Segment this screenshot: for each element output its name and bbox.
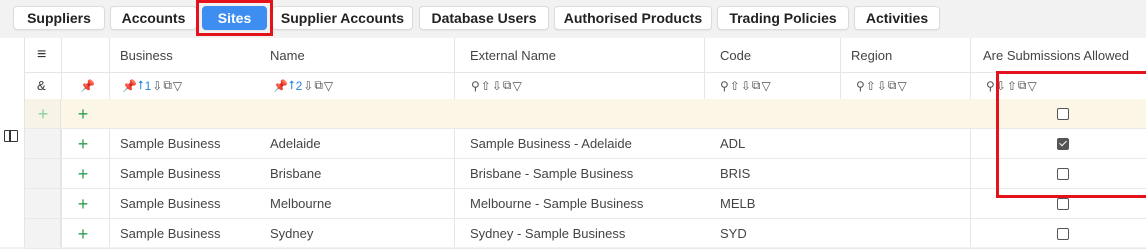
header-tools-row: & 📌 📌 ⭡ 1 ⇩ ⧉ ▽ 📌 ⭡ 2 ⇩ ⧉ ▽ ⚲ ⇧ ⇩ ⧉ ▽ ⚲ ⇧ … [25, 72, 1146, 100]
tab-suppliers[interactable]: Suppliers [13, 6, 105, 30]
submissions-allowed-checkbox[interactable] [1057, 228, 1069, 240]
table-row: + Sample Business Melbourne Melbourne - Sam… [25, 189, 1146, 219]
cell-business[interactable]: Sample Business [120, 189, 220, 218]
copy-icon[interactable]: ⧉ [503, 78, 512, 93]
submissions-allowed-checkbox[interactable] [1057, 198, 1069, 210]
add-row-icon[interactable]: + [73, 99, 93, 128]
copy-icon[interactable]: ⧉ [163, 78, 172, 93]
name-column-tools: 📌 ⭡ 2 ⇩ ⧉ ▽ [273, 72, 333, 99]
tab-accounts[interactable]: Accounts [110, 6, 197, 30]
pin-icon[interactable]: ⚲ [471, 79, 480, 93]
sort-asc-icon[interactable]: ⭡ [138, 78, 144, 93]
business-column-tools: 📌 ⭡ 1 ⇩ ⧉ ▽ [122, 72, 182, 99]
sort-asc-icon[interactable]: ⇧ [481, 79, 491, 93]
region-column-tools: ⚲ ⇧ ⇩ ⧉ ▽ [856, 72, 907, 99]
column-header-business[interactable]: Business [110, 38, 260, 72]
cell-code[interactable]: MELB [720, 189, 755, 218]
grid-menu-icon[interactable]: ≡ [25, 38, 61, 72]
cell-business[interactable]: Sample Business [120, 129, 220, 158]
add-row-icon[interactable]: + [73, 159, 93, 188]
sort-desc-icon[interactable]: ⇩ [492, 79, 502, 93]
table-row: + Sample Business Sydney Sydney - Sample Bu… [25, 219, 1146, 249]
filter-icon[interactable]: ▽ [762, 79, 771, 93]
cell-external-name[interactable]: Brisbane - Sample Business [470, 159, 633, 188]
copy-icon[interactable]: ⧉ [888, 78, 897, 93]
tab-bar: Suppliers Accounts Sites Supplier Accoun… [0, 0, 1146, 38]
column-header-code[interactable]: Code [710, 38, 840, 72]
sort-index: 1 [144, 78, 152, 93]
left-strip [0, 38, 25, 247]
cell-business[interactable]: Sample Business [120, 219, 220, 248]
add-row-icon[interactable]: + [73, 189, 93, 218]
filter-icon[interactable]: ▽ [513, 79, 522, 93]
column-header-external-name[interactable]: External Name [460, 38, 704, 72]
sort-desc-icon[interactable]: ⇩ [152, 79, 162, 93]
sort-desc-icon[interactable]: ⇩ [741, 79, 751, 93]
cell-code[interactable]: ADL [720, 129, 745, 158]
copy-icon[interactable]: ⧉ [752, 78, 761, 93]
filter-icon[interactable]: ▽ [898, 79, 907, 93]
cell-name[interactable]: Adelaide [270, 129, 321, 158]
column-chooser-icon[interactable] [4, 130, 18, 142]
pin-icon[interactable]: ⚲ [856, 79, 865, 93]
pin-icon[interactable]: 📌 [80, 72, 95, 99]
highlight-box-submissions-column [996, 71, 1146, 198]
cell-business[interactable]: Sample Business [120, 159, 220, 188]
code-column-tools: ⚲ ⇧ ⇩ ⧉ ▽ [720, 72, 771, 99]
pin-icon[interactable]: 📌 [273, 79, 288, 93]
filter-icon[interactable]: ▽ [173, 79, 182, 93]
filter-icon[interactable]: ▽ [324, 79, 333, 93]
pin-icon[interactable]: ⚲ [986, 79, 995, 93]
cell-external-name[interactable]: Sydney - Sample Business [470, 219, 625, 248]
table-row: + Sample Business Brisbane Brisbane - Sampl… [25, 159, 1146, 189]
cell-code[interactable]: SYD [720, 219, 747, 248]
sort-asc-icon[interactable]: ⇧ [730, 79, 740, 93]
pin-icon[interactable]: ⚲ [720, 79, 729, 93]
add-row-icon[interactable]: + [73, 219, 93, 248]
cell-name[interactable]: Brisbane [270, 159, 321, 188]
cell-external-name[interactable]: Melbourne - Sample Business [470, 189, 643, 218]
ampersand-label: & [37, 78, 46, 93]
external-name-column-tools: ⚲ ⇧ ⇩ ⧉ ▽ [471, 72, 522, 99]
add-row-icon[interactable]: + [25, 99, 61, 128]
sort-desc-icon[interactable]: ⇩ [303, 79, 313, 93]
cell-name[interactable]: Melbourne [270, 189, 331, 218]
column-header-region[interactable]: Region [841, 38, 970, 72]
cell-name[interactable]: Sydney [270, 219, 313, 248]
column-header-name[interactable]: Name [260, 38, 454, 72]
cell-code[interactable]: BRIS [720, 159, 750, 188]
tab-database-users[interactable]: Database Users [419, 6, 549, 30]
tab-activities[interactable]: Activities [854, 6, 940, 30]
tab-authorised-products[interactable]: Authorised Products [554, 6, 712, 30]
highlight-box-sites-tab [196, 0, 273, 36]
copy-icon[interactable]: ⧉ [314, 78, 323, 93]
sort-asc-icon[interactable]: ⭡ [289, 78, 295, 93]
new-row: + + [25, 99, 1146, 129]
column-header-submissions-allowed[interactable]: Are Submissions Allowed [973, 38, 1146, 72]
cell-external-name[interactable]: Sample Business - Adelaide [470, 129, 632, 158]
sort-desc-icon[interactable]: ⇩ [877, 79, 887, 93]
sort-asc-icon[interactable]: ⇧ [866, 79, 876, 93]
header-row: ≡ Business Name External Name Code Regio… [25, 38, 1146, 73]
pin-icon[interactable]: 📌 [122, 79, 137, 93]
sort-index: 2 [295, 78, 303, 93]
tab-trading-policies[interactable]: Trading Policies [717, 6, 849, 30]
sites-grid: ≡ Business Name External Name Code Regio… [25, 38, 1146, 249]
tab-supplier-accounts[interactable]: Supplier Accounts [272, 6, 413, 30]
table-row: + Sample Business Adelaide Sample Business … [25, 129, 1146, 159]
add-row-icon[interactable]: + [73, 129, 93, 158]
